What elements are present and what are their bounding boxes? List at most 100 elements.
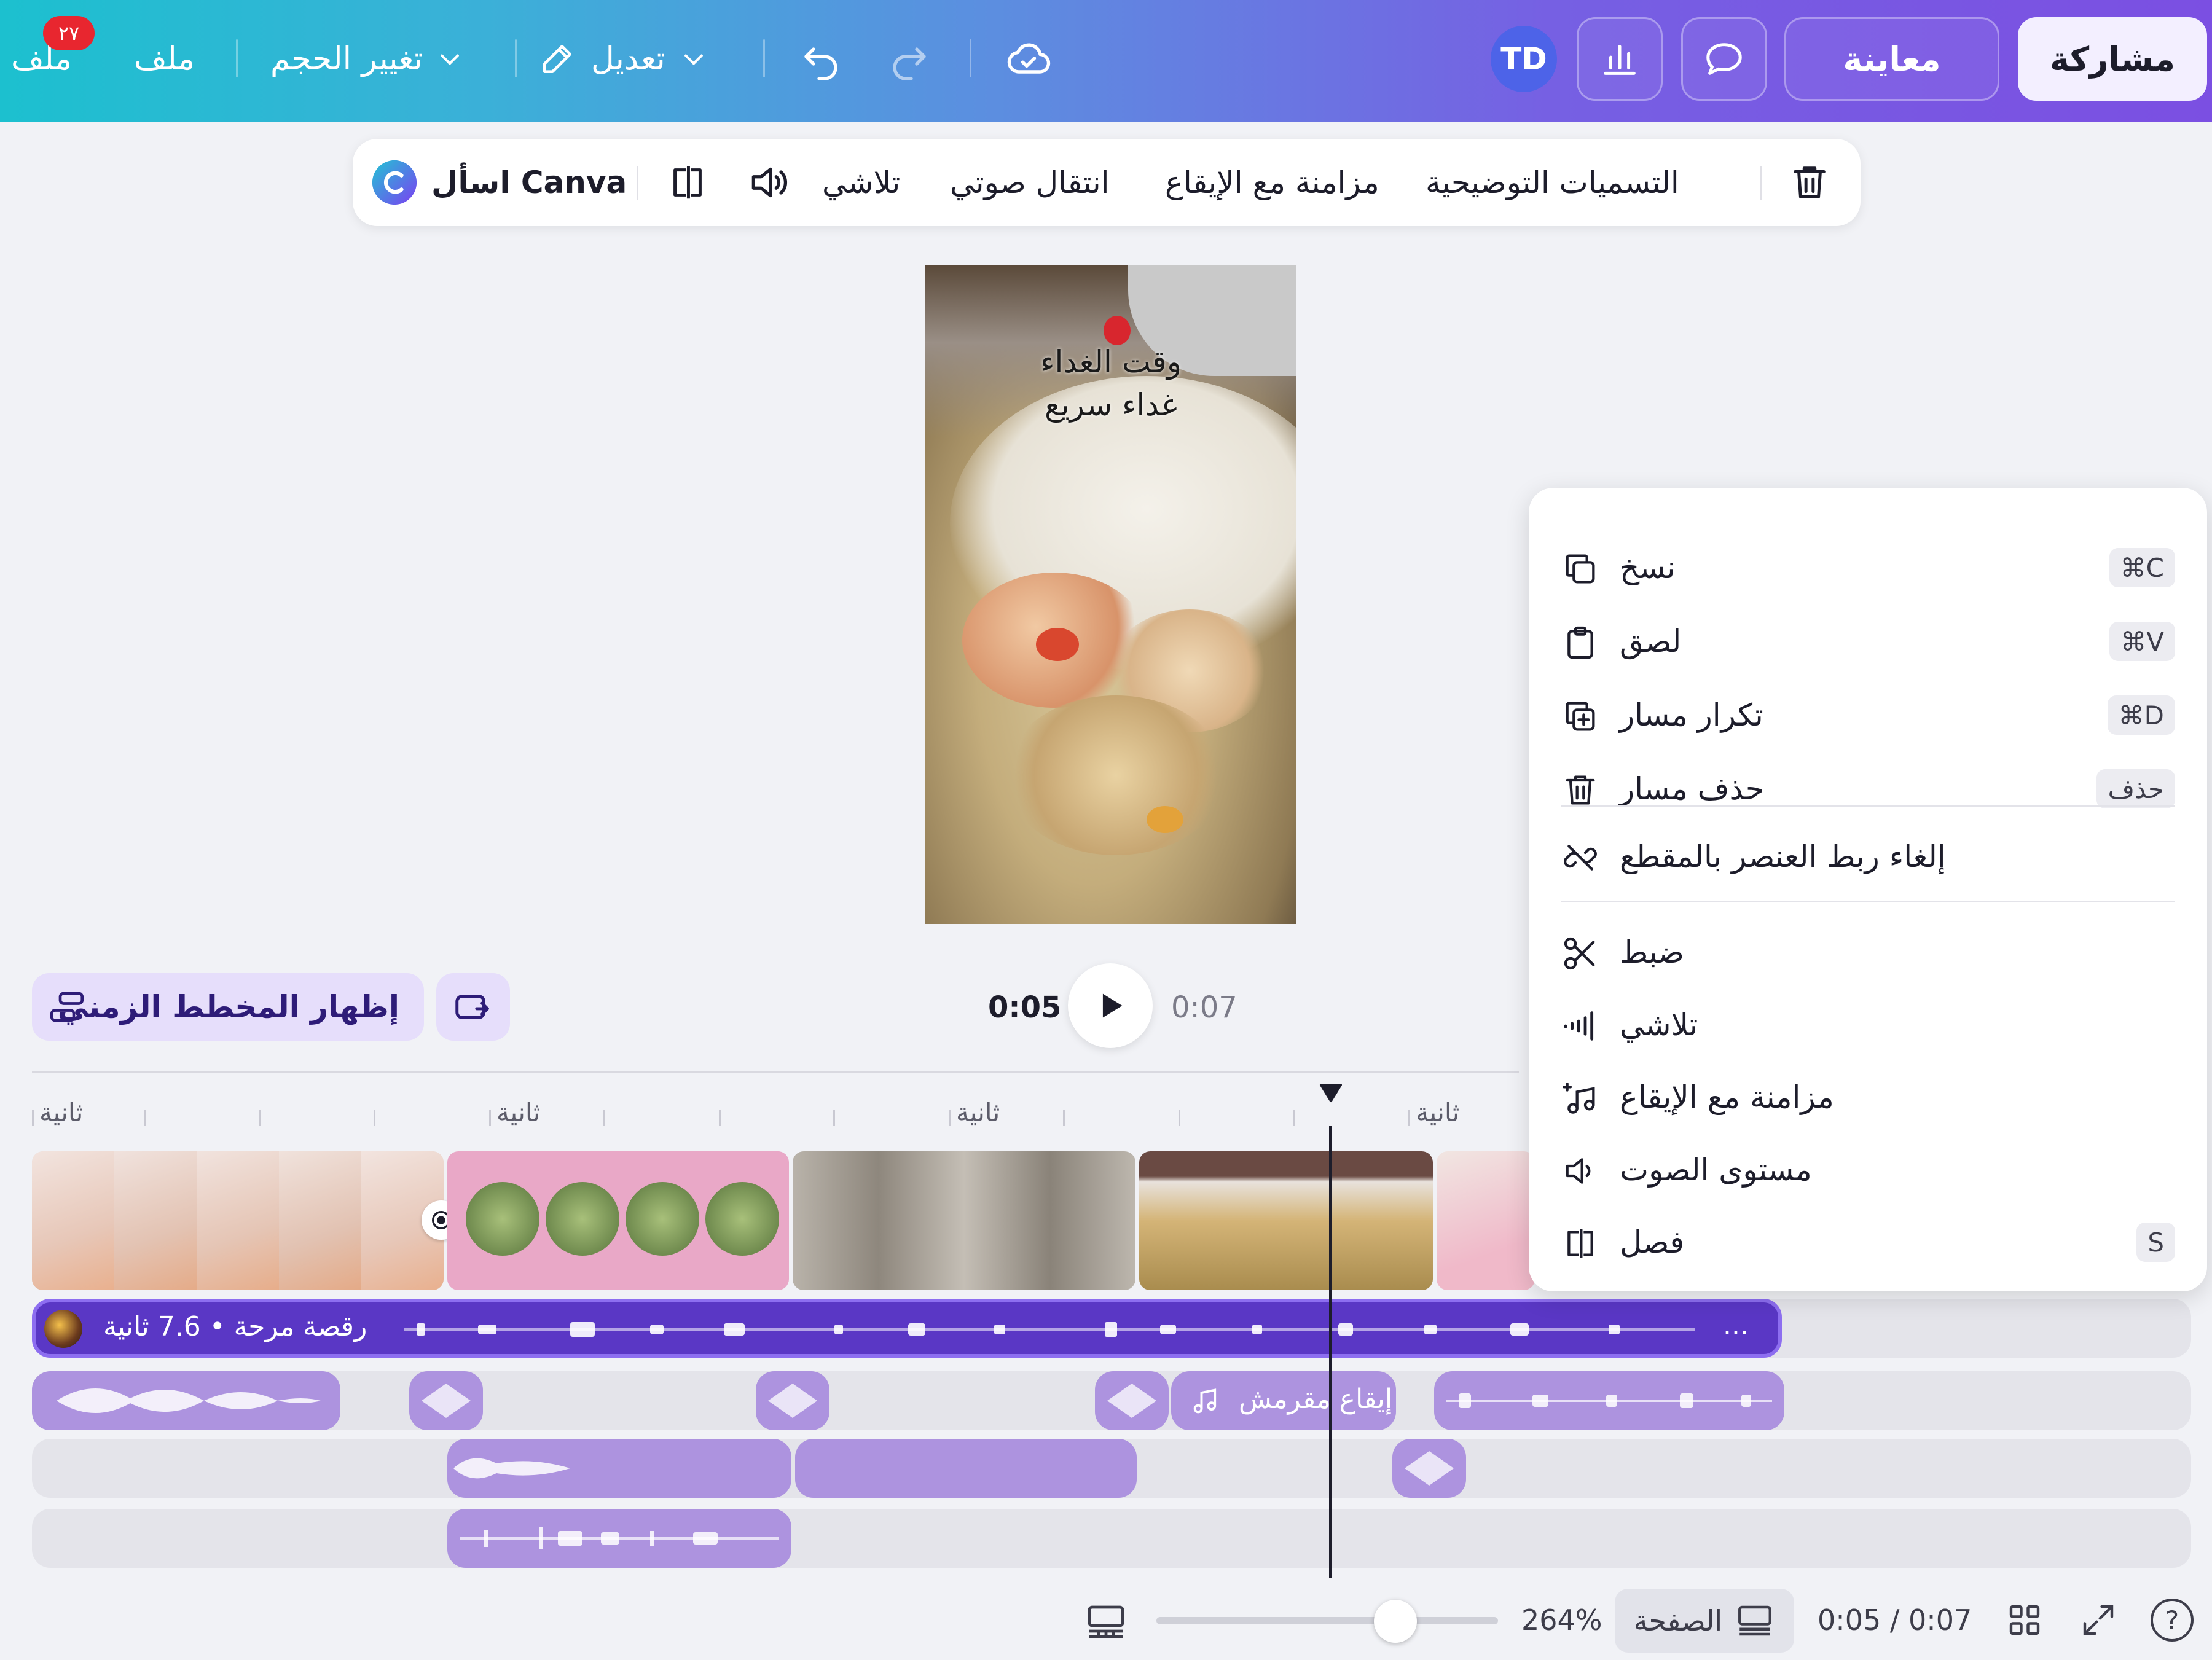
menu-item-beat-sync[interactable]: مزامنة مع الإيقاع: [1561, 1068, 2175, 1127]
playhead-marker-icon[interactable]: [1319, 1083, 1343, 1103]
zoom-slider[interactable]: [1156, 1617, 1498, 1624]
zoom-slider-knob[interactable]: [1374, 1600, 1418, 1643]
divider: [515, 39, 517, 77]
audio-clip[interactable]: [447, 1509, 791, 1568]
pencil-icon: [538, 40, 576, 78]
ruler-tick: [144, 1110, 146, 1126]
fade-button[interactable]: تلاشي: [822, 139, 900, 226]
audio-clip[interactable]: [409, 1371, 483, 1430]
shortcut-badge: ⌘V: [2109, 622, 2175, 661]
audio-clip-selected[interactable]: رقصة مرحة • 7.6 ثانية ...: [32, 1299, 1782, 1358]
redo-icon[interactable]: [887, 38, 931, 82]
audio-clip[interactable]: [1434, 1371, 1784, 1430]
fullscreen-icon[interactable]: [2078, 1600, 2119, 1640]
audio-thumbnail: [44, 1310, 82, 1348]
file-menu[interactable]: ملف: [134, 41, 195, 77]
split-button[interactable]: [666, 139, 709, 226]
canva-logo-icon: [371, 159, 418, 206]
menu-item-label: إلغاء ربط العنصر بالمقطع: [1620, 839, 1946, 874]
help-icon[interactable]: ?: [2151, 1599, 2194, 1642]
audio-track-bg: [32, 1509, 2191, 1568]
audio-waveform: [1446, 1393, 1772, 1408]
menu-item-unlink[interactable]: إلغاء ربط العنصر بالمقطع: [1561, 827, 2175, 886]
volume-button[interactable]: [746, 139, 791, 226]
shortcut-badge: S: [2136, 1223, 2175, 1262]
play-button[interactable]: [1068, 963, 1153, 1048]
insights-button[interactable]: [1577, 17, 1663, 101]
avatar[interactable]: TD: [1491, 26, 1557, 92]
audio-clip[interactable]: [756, 1371, 830, 1430]
beat-sync-button[interactable]: مزامنة مع الإيقاع: [1165, 139, 1379, 226]
audio-clip[interactable]: [1095, 1371, 1169, 1430]
top-bar: ملف ٢٧ ملف تغيير الحجم تعديل TD معاينة م…: [0, 0, 2212, 122]
captions-button[interactable]: التسميات التوضيحية: [1426, 139, 1679, 226]
video-clip-1[interactable]: [32, 1151, 444, 1290]
video-clip-5[interactable]: [1437, 1151, 1535, 1290]
menu-item-paste[interactable]: لصق ⌘V: [1561, 612, 2175, 671]
menu-item-label: حذف مسار: [1620, 771, 1765, 807]
audio-clip[interactable]: [1392, 1439, 1466, 1498]
audio-clip[interactable]: [32, 1371, 340, 1430]
menu-item-trim[interactable]: ضبط: [1561, 923, 2175, 982]
playhead[interactable]: [1329, 1126, 1332, 1578]
audio-waveform: [1405, 1451, 1454, 1486]
ruler-tick: [1408, 1110, 1410, 1126]
shortcut-badge: ⌘C: [2109, 548, 2175, 587]
fade-icon: [1561, 1006, 1600, 1046]
ask-canva-button[interactable]: اسأل Canva: [371, 139, 627, 226]
ruler-label: ثانية: [496, 1097, 541, 1127]
clip-frame: [705, 1182, 779, 1256]
ruler-tick: [833, 1110, 835, 1126]
clip-frame: [279, 1151, 361, 1290]
menu-divider: [1561, 805, 2175, 807]
menu-item-delete-track[interactable]: حذف مسار حذف: [1561, 759, 2175, 818]
menu-item-split[interactable]: فصل S: [1561, 1213, 2175, 1272]
audio-clip[interactable]: [795, 1439, 1137, 1498]
preview-button[interactable]: معاينة: [1784, 17, 1999, 101]
audio-clip-beat-label: إيقاع مقرمش: [1239, 1384, 1393, 1415]
edit-label: تعديل: [591, 41, 665, 77]
video-preview[interactable]: وقت الغداء غداء سريع: [925, 265, 1296, 924]
page-view-button[interactable]: الصفحة: [1615, 1589, 1794, 1653]
audio-clip-beat[interactable]: إيقاع مقرمش: [1171, 1371, 1396, 1430]
cloud-saved-icon[interactable]: [1005, 37, 1052, 84]
scissors-icon: [1561, 934, 1600, 973]
menu-item-volume[interactable]: مستوى الصوت: [1561, 1140, 2175, 1199]
undo-icon[interactable]: [799, 38, 843, 82]
video-caption-line1: وقت الغداء: [1040, 344, 1182, 380]
audio-transition-button[interactable]: انتقال صوتي: [950, 139, 1110, 226]
page-icon: [1735, 1600, 1775, 1641]
video-clip-4[interactable]: [1139, 1151, 1433, 1290]
swap-timeline-button[interactable]: [436, 973, 510, 1041]
zoom-percent: 264%: [1521, 1603, 1602, 1637]
show-timeline-label: إظهار المخطط الزمني: [57, 989, 399, 1025]
food-detail: [1147, 806, 1183, 833]
comments-button[interactable]: [1681, 17, 1767, 101]
video-clip-2[interactable]: [447, 1151, 789, 1290]
ruler-tick: [489, 1110, 491, 1126]
play-icon: [1092, 988, 1128, 1024]
menu-item-fade[interactable]: تلاشي: [1561, 995, 2175, 1054]
audio-waveform: [404, 1322, 1695, 1337]
chevron-down-icon: [436, 45, 463, 72]
total-time: 0:07: [1171, 990, 1237, 1025]
time-readout: 0:05 / 0:07: [1818, 1603, 1972, 1637]
menu-divider: [1561, 901, 2175, 902]
page-thumbnails-icon[interactable]: [1084, 1600, 1128, 1644]
video-clip-3[interactable]: [793, 1151, 1135, 1290]
clip-frame: [114, 1151, 197, 1290]
grid-view-icon[interactable]: [2004, 1600, 2045, 1640]
strawberry-icon: [1104, 316, 1131, 345]
show-timeline-button[interactable]: إظهار المخطط الزمني: [32, 973, 424, 1041]
ruler-tick: [1179, 1110, 1180, 1126]
share-button[interactable]: مشاركة: [2018, 17, 2207, 101]
audio-clip[interactable]: [447, 1439, 791, 1498]
resize-menu[interactable]: تغيير الحجم: [270, 37, 463, 81]
audio-clip-more-button[interactable]: ...: [1723, 1310, 1749, 1341]
delete-button[interactable]: [1788, 139, 1831, 226]
menu-item-copy[interactable]: نسخ ⌘C: [1561, 538, 2175, 597]
edit-menu[interactable]: تعديل: [538, 37, 707, 81]
divider: [763, 39, 765, 77]
ruler-tick: [32, 1110, 34, 1126]
menu-item-duplicate-track[interactable]: تكرار مسار ⌘D: [1561, 686, 2175, 745]
